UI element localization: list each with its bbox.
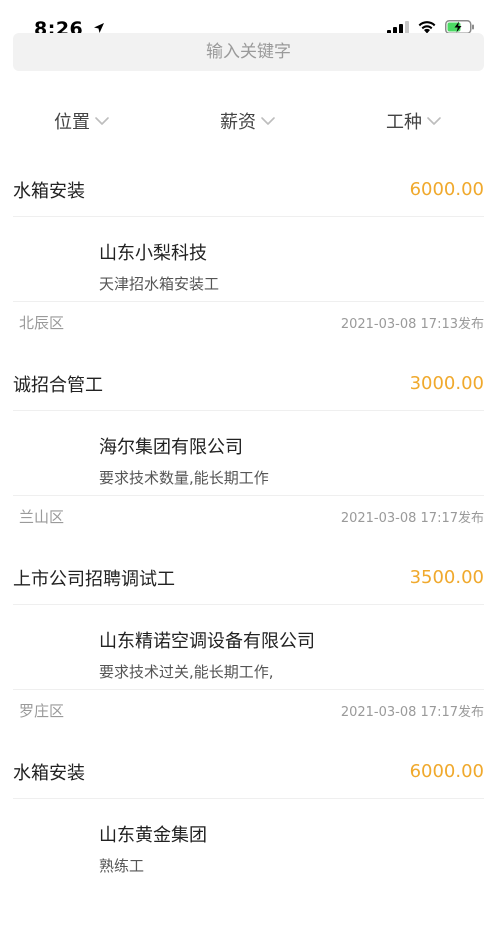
filter-bar: 位置 薪资 工种 [0,108,497,142]
job-body: 山东精诺空调设备有限公司 要求技术过关,能长期工作, [13,605,484,690]
job-posted-time: 2021-03-08 17:13发布 [340,316,484,332]
filter-job-type-label: 工种 [386,112,422,133]
chevron-down-icon [261,117,275,125]
job-title: 上市公司招聘调试工 [13,568,175,590]
job-header: 水箱安装 6000.00 [13,745,484,799]
battery-charging-icon [445,20,474,34]
job-description: 熟练工 [99,857,145,875]
job-footer: 兰山区 2021-03-08 17:17发布 [19,496,484,536]
job-list: 水箱安装 6000.00 山东小梨科技 天津招水箱安装工 北辰区 2021-03… [0,163,497,939]
job-salary: 6000.00 [409,761,484,782]
company-name: 山东小梨科技 [99,243,207,264]
company-name: 山东黄金集团 [99,825,207,846]
job-description: 要求技术过关,能长期工作, [99,663,274,681]
job-salary: 6000.00 [409,179,484,200]
job-card[interactable]: 水箱安装 6000.00 山东黄金集团 熟练工 [0,745,497,939]
job-title: 水箱安装 [13,762,85,784]
job-card[interactable]: 上市公司招聘调试工 3500.00 山东精诺空调设备有限公司 要求技术过关,能长… [0,551,497,745]
job-title: 水箱安装 [13,180,85,202]
job-footer: 北辰区 2021-03-08 17:13发布 [19,302,484,342]
filter-location[interactable]: 位置 [54,108,110,134]
filter-location-label: 位置 [54,112,90,133]
job-header: 水箱安装 6000.00 [13,163,484,217]
chevron-down-icon [95,117,109,125]
cellular-signal-icon [387,20,409,34]
filter-salary[interactable]: 薪资 [220,108,276,134]
job-posted-time: 2021-03-08 17:17发布 [340,704,484,720]
job-posted-time: 2021-03-08 17:17发布 [340,510,484,526]
job-description: 要求技术数量,能长期工作 [99,469,269,487]
job-header: 上市公司招聘调试工 3500.00 [13,551,484,605]
job-district: 北辰区 [19,313,65,332]
company-name: 山东精诺空调设备有限公司 [99,631,315,652]
job-header: 诚招合管工 3000.00 [13,357,484,411]
job-salary: 3500.00 [409,567,484,588]
job-salary: 3000.00 [409,373,484,394]
job-district: 兰山区 [19,507,65,526]
search-bar[interactable] [13,33,484,71]
job-body: 海尔集团有限公司 要求技术数量,能长期工作 [13,411,484,496]
company-name: 海尔集团有限公司 [99,437,243,458]
job-card[interactable]: 诚招合管工 3000.00 海尔集团有限公司 要求技术数量,能长期工作 兰山区 … [0,357,497,551]
job-title: 诚招合管工 [13,374,103,396]
status-indicators [387,20,475,34]
job-body: 山东小梨科技 天津招水箱安装工 [13,217,484,302]
job-district: 罗庄区 [19,701,65,720]
job-body: 山东黄金集团 熟练工 [13,799,484,883]
search-input[interactable] [13,41,484,63]
wifi-icon [418,21,436,34]
job-footer: 罗庄区 2021-03-08 17:17发布 [19,690,484,730]
job-description: 天津招水箱安装工 [99,275,220,293]
filter-salary-label: 薪资 [220,112,256,133]
filter-job-type[interactable]: 工种 [386,108,442,134]
chevron-down-icon [427,117,441,125]
job-card[interactable]: 水箱安装 6000.00 山东小梨科技 天津招水箱安装工 北辰区 2021-03… [0,163,497,357]
